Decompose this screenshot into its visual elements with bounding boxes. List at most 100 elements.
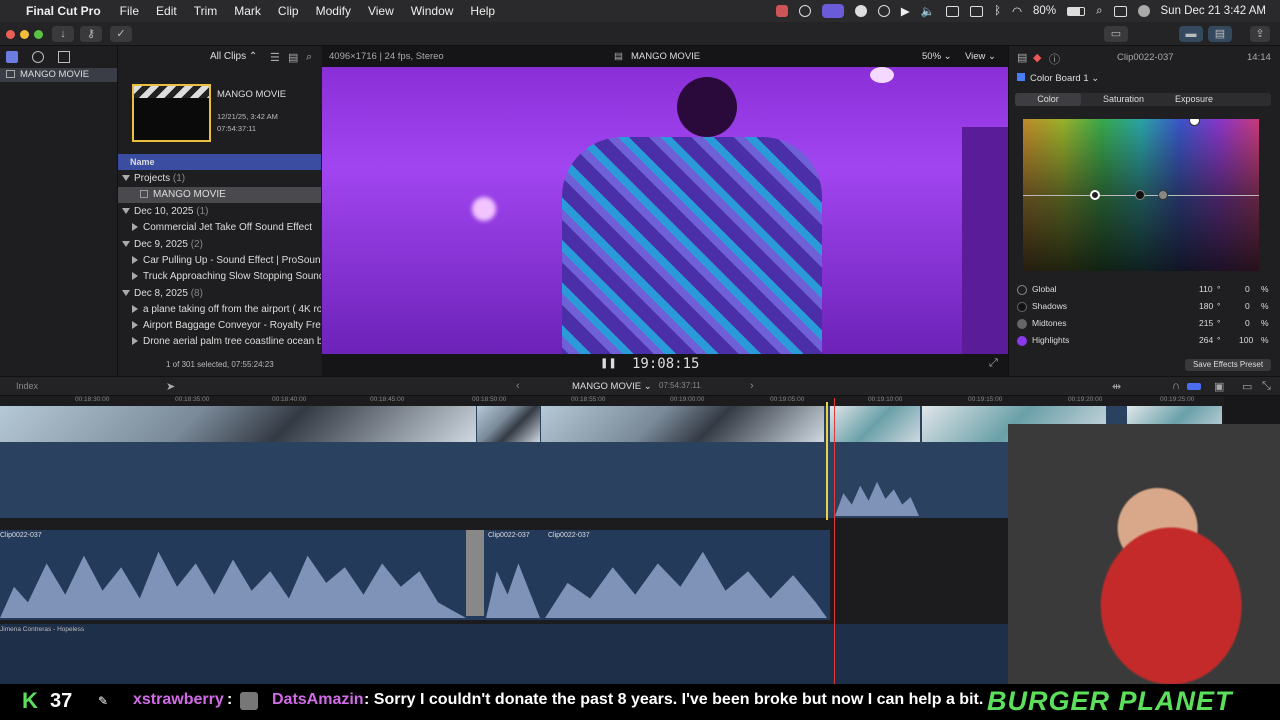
status-icon[interactable] bbox=[798, 5, 811, 17]
control-center-icon[interactable] bbox=[1113, 5, 1127, 17]
show-inspector-button[interactable]: ▤ bbox=[1208, 26, 1232, 42]
index-button[interactable]: Index bbox=[16, 381, 38, 391]
color-board-dropdown[interactable]: Color Board 1 ⌄ bbox=[1017, 73, 1099, 84]
battery-icon[interactable] bbox=[1067, 6, 1086, 16]
select-tool-icon[interactable]: ➤ bbox=[166, 380, 175, 393]
zoom-dropdown[interactable]: 50% ⌄ bbox=[922, 51, 952, 62]
pause-button[interactable]: ❚❚ bbox=[600, 358, 617, 369]
clip-filter-dropdown[interactable]: All Clips ⌃ bbox=[210, 51, 257, 62]
layout-button[interactable]: ▭ bbox=[1104, 26, 1128, 42]
menu-edit[interactable]: Edit bbox=[156, 4, 177, 18]
menu-mark[interactable]: Mark bbox=[234, 4, 261, 18]
menu-trim[interactable]: Trim bbox=[194, 4, 218, 18]
list-item[interactable]: Truck Approaching Slow Stopping Sound bbox=[118, 269, 321, 285]
import-button[interactable]: ↓ bbox=[52, 26, 74, 42]
skimming-toggle[interactable] bbox=[1187, 383, 1201, 390]
search-icon[interactable]: ⌕ bbox=[306, 51, 312, 64]
project-name-dropdown[interactable]: MANGO MOVIE ⌄ bbox=[572, 381, 652, 392]
view-dropdown[interactable]: View ⌄ bbox=[965, 51, 996, 62]
share-button[interactable]: ⇪ bbox=[1250, 26, 1270, 42]
list-item[interactable]: Drone aerial palm tree coastline ocean b… bbox=[118, 334, 321, 350]
group-dec-9[interactable]: Dec 9, 2025 (2) bbox=[118, 237, 321, 253]
global-puck[interactable] bbox=[1090, 190, 1100, 200]
video-inspector-icon[interactable]: ▤ bbox=[1017, 51, 1027, 64]
status-icon[interactable] bbox=[775, 5, 788, 17]
group-projects[interactable]: Projects (1) bbox=[118, 171, 321, 187]
keywords-button[interactable]: ⚷ bbox=[80, 26, 102, 42]
volume-icon[interactable]: 🔈 bbox=[921, 4, 935, 18]
menu-file[interactable]: File bbox=[120, 4, 139, 18]
snapping-icon[interactable]: ▣ bbox=[1214, 380, 1224, 393]
libraries-icon[interactable] bbox=[6, 51, 18, 63]
list-item[interactable]: a plane taking off from the airport ( 4K… bbox=[118, 302, 321, 318]
library-item[interactable]: MANGO MOVIE bbox=[0, 68, 117, 82]
app-menu[interactable]: Final Cut Pro bbox=[26, 4, 101, 18]
play-icon[interactable]: ▶ bbox=[901, 4, 910, 18]
save-effects-preset-button[interactable]: Save Effects Preset bbox=[1185, 359, 1271, 371]
expand-icon[interactable]: ⤡ bbox=[1262, 380, 1271, 393]
close-window-button[interactable] bbox=[6, 30, 15, 39]
tab-color[interactable]: Color bbox=[1015, 93, 1081, 106]
search-icon[interactable]: ⌕ bbox=[1096, 5, 1102, 18]
color-board[interactable] bbox=[1023, 119, 1259, 271]
stream-chat-bar: K 37 ✎ xstrawberry : DatsAmazin : Sorry … bbox=[0, 684, 1280, 720]
timeline-ruler[interactable]: 00:18:30:00 00:18:35:00 00:18:40:00 00:1… bbox=[0, 396, 1222, 406]
zoom-window-button[interactable] bbox=[34, 30, 43, 39]
status-icon[interactable] bbox=[854, 5, 867, 17]
battery-label: 80% bbox=[1033, 5, 1057, 17]
filmstrip-view-icon[interactable]: ☰ bbox=[270, 51, 280, 64]
list-view-icon[interactable]: ▤ bbox=[288, 51, 298, 64]
headphones-icon[interactable]: ∩ bbox=[1172, 380, 1180, 392]
video-clip[interactable] bbox=[830, 406, 920, 442]
menu-window[interactable]: Window bbox=[411, 4, 454, 18]
playhead[interactable] bbox=[826, 402, 828, 520]
project-thumbnail[interactable] bbox=[132, 84, 211, 142]
clock[interactable]: Sun Dec 21 3:42 AM bbox=[1161, 5, 1266, 17]
audio-track[interactable]: Clip0022-037 Clip0022-037 Clip0022-037 bbox=[0, 530, 830, 620]
color-inspector-icon[interactable]: ◆ bbox=[1033, 51, 1041, 64]
photos-audio-icon[interactable] bbox=[32, 51, 44, 63]
record-icon[interactable] bbox=[877, 5, 890, 17]
burger-planet-logo: BURGER PLANET bbox=[987, 686, 1233, 716]
background-tasks-button[interactable]: ✓ bbox=[110, 26, 132, 42]
shadows-puck[interactable] bbox=[1135, 190, 1145, 200]
tab-exposure[interactable]: Exposure bbox=[1175, 93, 1213, 106]
audio-clip-label: Clip0022-037 bbox=[0, 532, 42, 539]
group-dec-10[interactable]: Dec 10, 2025 (1) bbox=[118, 204, 321, 220]
midtones-row: Midtones 215 ° 0% bbox=[1017, 318, 1273, 335]
screen-icon[interactable] bbox=[970, 5, 984, 17]
video-clip[interactable] bbox=[477, 406, 540, 442]
wifi-icon[interactable]: ◠ bbox=[1012, 4, 1022, 18]
back-arrow-icon[interactable]: ‹ bbox=[516, 380, 520, 392]
minimize-window-button[interactable] bbox=[20, 30, 29, 39]
midtones-puck[interactable] bbox=[1158, 190, 1168, 200]
tab-saturation[interactable]: Saturation bbox=[1103, 93, 1144, 106]
display-icon[interactable] bbox=[946, 5, 960, 17]
name-column-header[interactable]: Name bbox=[118, 154, 321, 170]
list-item[interactable]: MANGO MOVIE bbox=[118, 187, 321, 203]
video-clip[interactable] bbox=[541, 406, 824, 442]
timecode-display[interactable]: 19:08:15 bbox=[632, 356, 699, 372]
fullscreen-icon[interactable]: ⤢ bbox=[989, 357, 998, 370]
menu-clip[interactable]: Clip bbox=[278, 4, 299, 18]
transition[interactable] bbox=[466, 530, 484, 616]
menu-modify[interactable]: Modify bbox=[316, 4, 351, 18]
show-browser-button[interactable]: ▬ bbox=[1179, 26, 1203, 42]
group-dec-8[interactable]: Dec 8, 2025 (8) bbox=[118, 286, 321, 302]
status-icon[interactable] bbox=[821, 4, 844, 18]
video-frame[interactable] bbox=[322, 67, 1008, 354]
bluetooth-icon[interactable]: ᛒ bbox=[994, 5, 1001, 17]
skimmer[interactable] bbox=[834, 398, 835, 684]
video-clip[interactable] bbox=[0, 406, 476, 442]
menu-help[interactable]: Help bbox=[470, 4, 495, 18]
titles-generators-icon[interactable] bbox=[58, 51, 70, 63]
list-item[interactable]: Commercial Jet Take Off Sound Effect bbox=[118, 220, 321, 236]
list-item[interactable]: Car Pulling Up - Sound Effect | ProSoun bbox=[118, 253, 321, 269]
siri-icon[interactable] bbox=[1137, 5, 1150, 17]
timeline-index-icon[interactable]: ▭ bbox=[1242, 380, 1252, 393]
info-icon[interactable]: ⓘ bbox=[1049, 51, 1060, 67]
menu-view[interactable]: View bbox=[368, 4, 394, 18]
clip-appearance-icon[interactable]: ⇹ bbox=[1112, 380, 1121, 393]
list-item[interactable]: Airport Baggage Conveyor - Royalty Free bbox=[118, 318, 321, 334]
forward-arrow-icon[interactable]: › bbox=[750, 380, 754, 392]
